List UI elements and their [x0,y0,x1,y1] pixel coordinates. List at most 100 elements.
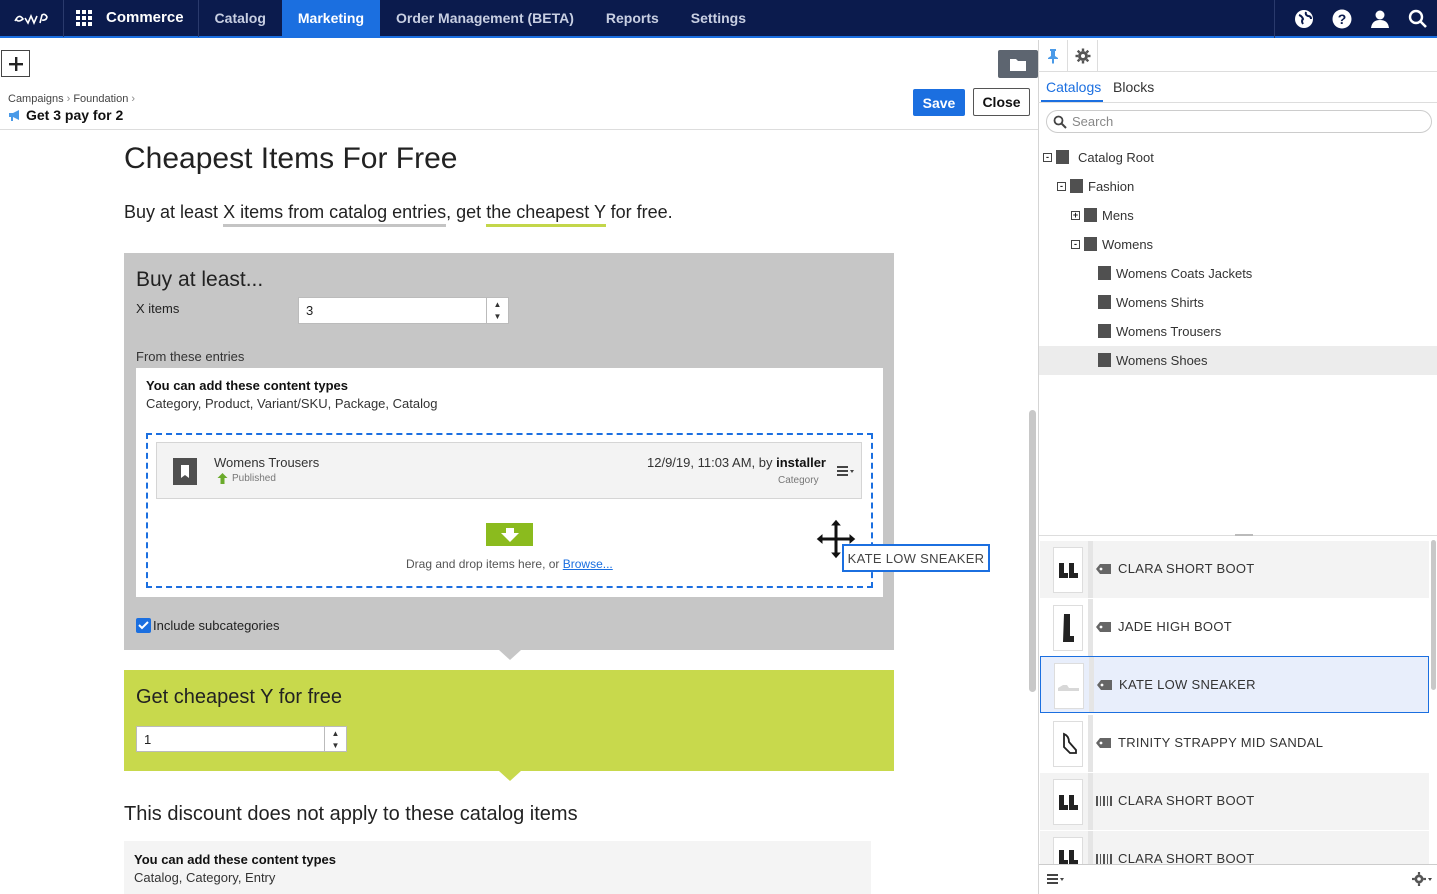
save-button[interactable]: Save [913,89,965,116]
splitter-grip[interactable] [1235,534,1253,536]
tree-label: Womens Trousers [1116,324,1222,339]
entry-item[interactable] [156,442,862,499]
down-arrow-icon[interactable]: ▼ [494,312,502,321]
list-item[interactable]: TRINITY STRAPPY MID SANDAL [1040,714,1429,772]
entry-name: Womens Trousers [214,455,320,470]
tree-item-catalog-root[interactable]: - Catalog Root [1039,143,1437,172]
y-items-value[interactable]: 1 [144,732,151,747]
gear-icon[interactable] [1068,40,1098,72]
tree-item-fashion[interactable]: - Fashion [1039,172,1437,201]
browse-link[interactable]: Browse... [563,557,613,571]
page-title: Get 3 pay for 2 [8,107,123,123]
product-thumbnail [1053,837,1083,864]
product-tag-icon [1097,680,1112,690]
tabs-divider [1038,102,1437,103]
cheapest-y-link[interactable]: the cheapest Y [486,202,606,227]
nav-marketing[interactable]: Marketing [281,0,381,37]
list-item[interactable]: JADE HIGH BOOT [1040,598,1429,656]
user-icon[interactable] [1361,0,1399,38]
stepper-arrows[interactable]: ▲ ▼ [486,298,508,323]
nav-settings[interactable]: Settings [675,0,762,37]
close-button[interactable]: Close [973,88,1030,116]
up-arrow-icon[interactable]: ▲ [494,300,502,309]
episerver-logo[interactable] [0,0,64,37]
include-subcategories-checkbox[interactable] [136,618,151,633]
down-arrow-icon[interactable]: ▼ [332,741,340,750]
settings-menu-icon[interactable] [1407,864,1437,894]
collapse-icon[interactable]: - [1057,182,1066,191]
get-section-heading: Get cheapest Y for free [136,686,343,708]
product-name: TRINITY STRAPPY MID SANDAL [1118,735,1324,750]
x-items-value[interactable]: 3 [306,303,313,318]
drop-text: Drag and drop items here, or [406,557,563,571]
product-tag-icon [1096,564,1111,574]
product-tag-icon [1096,622,1111,632]
nav-order-management[interactable]: Order Management (BETA) [380,0,590,37]
app-name[interactable]: Commerce [104,0,199,37]
tree-item-womens[interactable]: - Womens [1039,230,1437,259]
product-thumbnail [1053,547,1083,593]
sentence-part3: for free. [605,202,673,222]
breadcrumb-foundation[interactable]: Foundation [73,93,128,105]
published-icon [217,473,228,484]
sentence-part1: Buy at least [124,202,224,222]
breadcrumb: Campaigns › Foundation › [8,93,138,105]
search-input[interactable]: Search [1046,110,1432,133]
tab-blocks[interactable]: Blocks [1113,79,1154,95]
tree-label: Womens Shoes [1116,353,1208,368]
barcode-icon [1096,796,1112,806]
add-button[interactable] [1,50,30,77]
product-name: CLARA SHORT BOOT [1118,851,1255,864]
tree-item-womens-shirts[interactable]: Womens Shirts [1039,288,1437,317]
context-menu-icon[interactable] [837,464,855,478]
x-items-link[interactable]: X items from catalog entries [223,202,447,227]
tree-label: Mens [1102,208,1134,223]
content-types-list: Category, Product, Variant/SKU, Package,… [146,396,438,411]
barcode-icon [1096,854,1112,864]
y-items-stepper[interactable]: 1 ▲ ▼ [136,726,347,752]
breadcrumb-campaigns[interactable]: Campaigns [8,93,64,105]
tree-label: Womens Shirts [1116,295,1204,310]
tree-item-womens-trousers[interactable]: Womens Trousers [1039,317,1437,346]
svg-text:?: ? [1338,11,1347,27]
globe-icon[interactable] [1285,0,1323,38]
tree-label: Catalog Root [1078,150,1154,165]
from-entries-label: From these entries [136,349,245,364]
sentence-part2: , get [446,202,487,222]
product-name: CLARA SHORT BOOT [1118,561,1255,576]
nav-reports[interactable]: Reports [590,0,675,37]
tree-item-womens-coats-jackets[interactable]: Womens Coats Jackets [1039,259,1437,288]
thumbnail-divider [1088,599,1093,656]
tab-catalogs[interactable]: Catalogs [1046,79,1101,95]
category-icon [173,458,197,485]
entry-date: 12/9/19, 11:03 AM, by installer [647,455,826,470]
category-icon [1084,237,1097,251]
product-thumbnail [1053,779,1083,825]
list-view-menu-icon[interactable] [1041,864,1071,894]
list-item[interactable]: CLARA SHORT BOOT [1040,830,1429,864]
app-grid-icon[interactable] [64,0,104,37]
stepper-arrows[interactable]: ▲ ▼ [324,727,346,751]
expand-icon[interactable]: + [1071,211,1080,220]
list-item[interactable]: CLARA SHORT BOOT [1040,772,1429,830]
collapse-icon[interactable]: - [1043,153,1052,162]
product-name: JADE HIGH BOOT [1118,619,1232,634]
nav-catalog[interactable]: Catalog [199,0,282,37]
search-icon[interactable] [1399,0,1437,38]
list-item[interactable]: CLARA SHORT BOOT [1040,540,1429,598]
list-scrollbar[interactable] [1431,540,1436,690]
entry-type: Category [778,475,819,486]
folder-toggle-button[interactable] [998,50,1038,78]
list-item-selected[interactable]: KATE LOW SNEAKER [1040,656,1429,713]
pin-icon[interactable] [1038,40,1068,72]
main-scrollbar[interactable] [1029,410,1036,692]
help-icon[interactable]: ? [1323,0,1361,38]
x-items-stepper[interactable]: 3 ▲ ▼ [298,297,509,324]
tree-label: Womens Coats Jackets [1116,266,1253,281]
include-subcategories-label[interactable]: Include subcategories [153,618,279,633]
tree-item-mens[interactable]: + Mens [1039,201,1437,230]
up-arrow-icon[interactable]: ▲ [332,729,340,738]
collapse-icon[interactable]: - [1071,240,1080,249]
chevron-right-icon: › [131,93,136,105]
tree-item-womens-shoes[interactable]: Womens Shoes [1039,346,1437,375]
